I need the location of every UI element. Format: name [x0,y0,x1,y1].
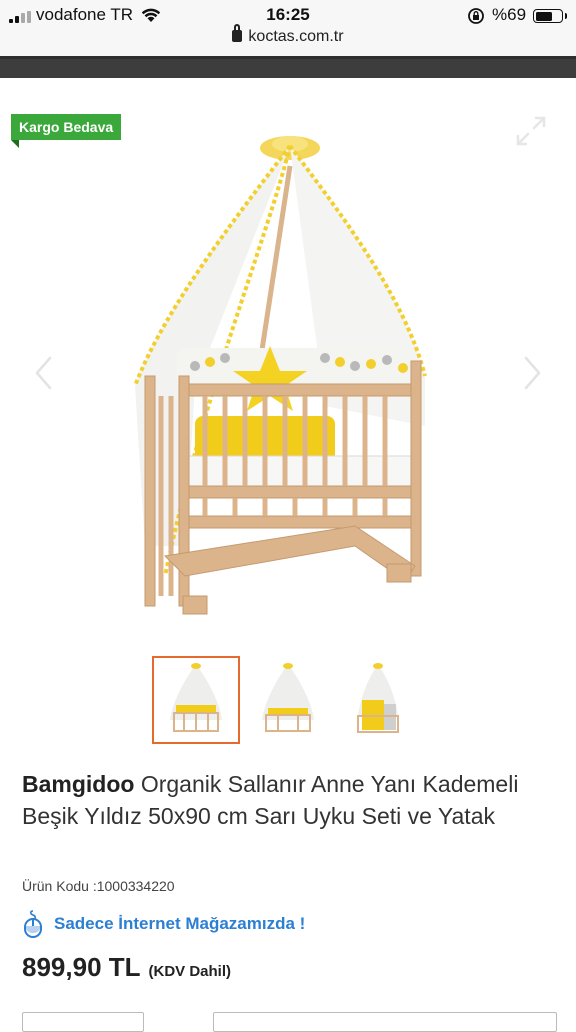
product-image[interactable] [125,126,455,626]
thumbnail-1[interactable] [152,656,240,744]
arrow-left-icon[interactable] [34,356,54,390]
url-text: koctas.com.tr [248,28,344,45]
vat-label: (KDV Dahil) [148,963,232,980]
product-brand: Bamgidoo [22,771,135,797]
status-bar: vodafone TR 16:25 %69 koctas.com.tr [0,0,576,56]
expand-icon[interactable] [514,114,548,148]
product-code: Ürün Kodu :1000334220 [22,878,175,894]
add-to-cart-button[interactable] [213,1012,557,1032]
site-header-bar [0,56,576,78]
clock: 16:25 [266,5,310,24]
address-bar[interactable]: koctas.com.tr [0,24,576,46]
quantity-selector[interactable] [22,1012,144,1032]
battery-percent: %69 [492,5,527,24]
thumbnail-strip [0,656,576,748]
thumbnail-3[interactable] [334,656,422,744]
arrow-right-icon[interactable] [522,356,542,390]
bottom-controls [0,1012,576,1032]
internet-only-text: Sadece İnternet Mağazamızda ! [54,914,306,933]
lock-icon [232,24,243,42]
price-row: 899,90 TL (KDV Dahil) [22,952,231,983]
internet-only-notice: Sadece İnternet Mağazamızda ! [22,910,305,938]
mouse-icon [24,910,42,938]
thumbnail-2[interactable] [244,656,332,744]
free-shipping-badge: Kargo Bedava [11,114,122,148]
product-title: Bamgidoo Organik Sallanır Anne Yanı Kade… [22,768,562,832]
rotation-lock-icon [468,8,484,24]
battery-icon [533,9,567,23]
price: 899,90 TL [22,952,141,982]
